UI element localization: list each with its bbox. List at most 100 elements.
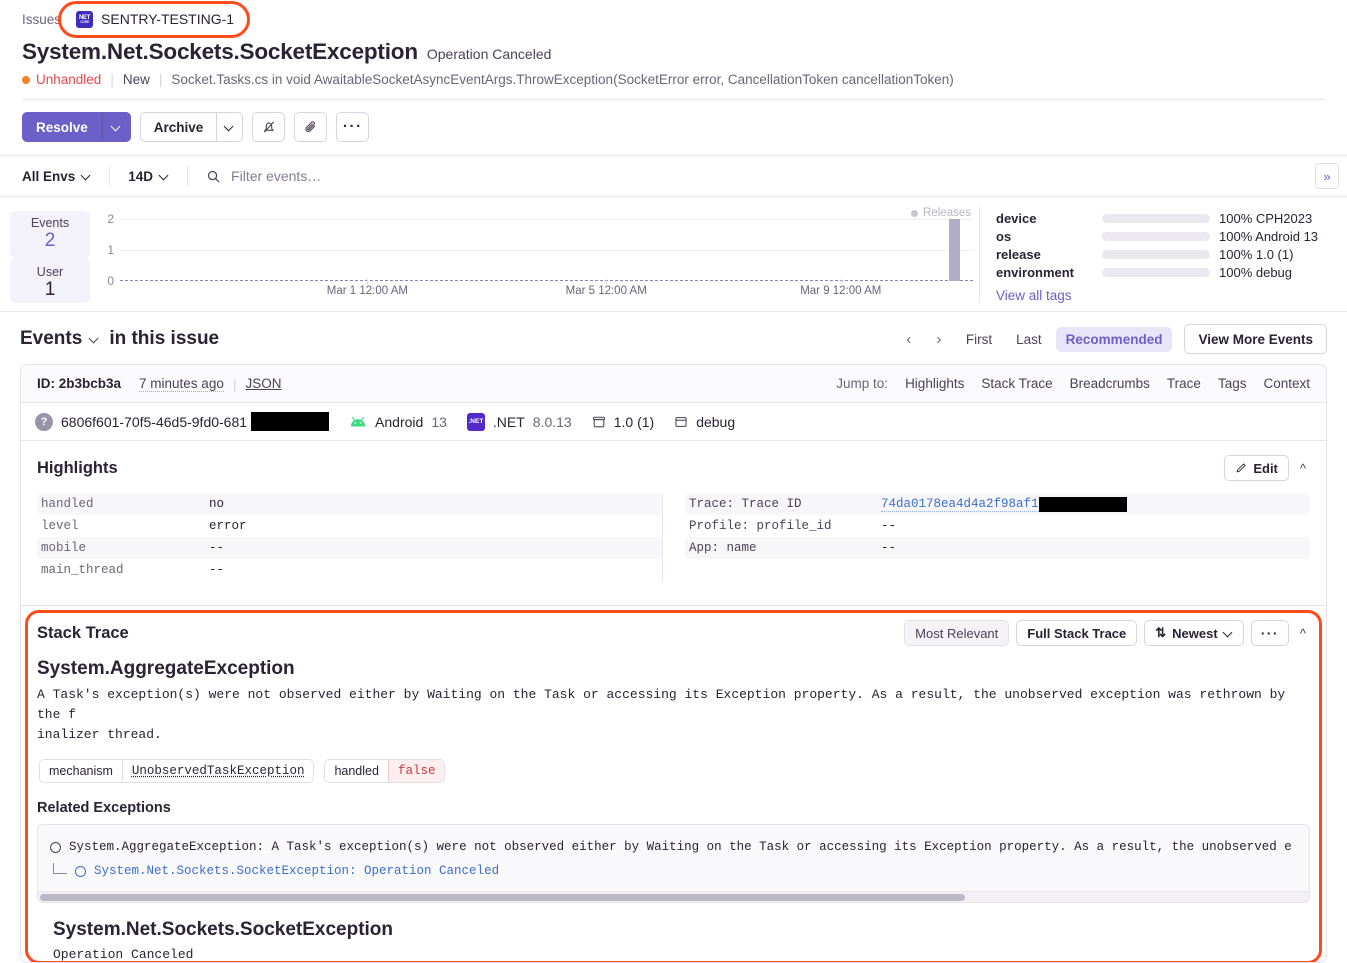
edit-highlights-label: Edit bbox=[1253, 460, 1278, 476]
related-exception-child[interactable]: System.Net.Sockets.SocketException: Oper… bbox=[38, 859, 1309, 883]
sidebar-expand-button[interactable]: » bbox=[1315, 163, 1339, 189]
breadcrumb-project[interactable]: NET CORE SENTRY-TESTING-1 bbox=[58, 0, 251, 38]
unhandled-dot-icon bbox=[22, 75, 30, 84]
attachment-button[interactable] bbox=[294, 112, 328, 142]
tag-distribution-row[interactable]: os 100% Android 13 bbox=[996, 227, 1329, 245]
view-more-events-button[interactable]: View More Events bbox=[1184, 324, 1327, 354]
tag-distribution-row[interactable]: environment 100% debug bbox=[996, 263, 1329, 281]
chart-y-axis: 0 1 2 bbox=[96, 213, 116, 287]
jump-link-stack-trace[interactable]: Stack Trace bbox=[981, 376, 1052, 391]
highlight-row: main_thread -- bbox=[37, 559, 662, 581]
event-tag-runtime[interactable]: .NET .NET 8.0.13 bbox=[466, 412, 572, 431]
chart-x-tick: Mar 9 12:00 AM bbox=[800, 285, 882, 297]
highlight-row: Profile: profile_id -- bbox=[685, 515, 1310, 537]
meta-divider: | bbox=[110, 72, 114, 87]
events-count-label: Events bbox=[30, 216, 70, 230]
chart-baseline bbox=[120, 280, 973, 281]
events-chart[interactable]: Releases 0 1 2 Mar 1 12:00 AM Mar 5 12:00 A… bbox=[96, 207, 979, 299]
jump-to-nav: Jump to: Highlights Stack Trace Breadcru… bbox=[836, 376, 1310, 391]
issue-summary: Events 2 User 1 Releases 0 1 2 Mar 1 12:00… bbox=[0, 197, 1347, 312]
stack-trace-header: Stack Trace Most Relevant Full Stack Tra… bbox=[37, 620, 1310, 646]
sort-button[interactable]: ⇅ Newest bbox=[1144, 620, 1244, 646]
time-period-selector[interactable]: 14D bbox=[128, 169, 187, 184]
next-event-button[interactable]: › bbox=[926, 326, 952, 352]
highlight-value: no bbox=[209, 497, 225, 511]
prev-event-button[interactable]: ‹ bbox=[896, 326, 922, 352]
question-circle-icon: ? bbox=[35, 412, 53, 431]
view-all-tags-link[interactable]: View all tags bbox=[996, 288, 1072, 303]
related-exception-root[interactable]: System.AggregateException: A Task's exce… bbox=[38, 835, 1309, 859]
chevron-up-icon-highlights[interactable]: ^ bbox=[1296, 461, 1310, 476]
chart-x-tick: Mar 5 12:00 AM bbox=[565, 285, 647, 297]
search-icon bbox=[207, 170, 220, 182]
stack-trace-title: Stack Trace bbox=[37, 623, 129, 642]
chevron-up-icon-stack[interactable]: ^ bbox=[1296, 626, 1310, 641]
mute-button[interactable] bbox=[252, 112, 286, 142]
event-id: ID: 2b3bcb3a bbox=[37, 376, 122, 391]
sort-icon: ⇅ bbox=[1155, 625, 1167, 640]
event-json-link[interactable]: JSON bbox=[245, 376, 281, 391]
mechanism-pill-value[interactable]: UnobservedTaskException bbox=[121, 760, 314, 783]
archive-dropdown-button[interactable] bbox=[216, 112, 244, 142]
event-card: ID: 2b3bcb3a 7 minutes ago | JSON Jump t… bbox=[20, 364, 1327, 963]
paperclip-icon bbox=[305, 121, 315, 132]
chevron-down-icon-env bbox=[82, 172, 91, 181]
tag-distribution-row[interactable]: device 100% CPH2023 bbox=[996, 209, 1329, 227]
event-tag-release[interactable]: 1.0 (1) bbox=[592, 414, 654, 430]
resolve-dropdown-button[interactable] bbox=[101, 112, 131, 142]
chevron-down-icon-events[interactable] bbox=[90, 335, 99, 344]
highlights-left-column: handled no level error mobile -- main_thread -- bbox=[37, 493, 662, 581]
users-count[interactable]: User 1 bbox=[10, 257, 90, 303]
chart-y-tick: 1 bbox=[107, 243, 114, 257]
breadcrumb-issues[interactable]: Issues bbox=[22, 12, 61, 27]
highlight-row: handled no bbox=[37, 493, 662, 515]
events-title[interactable]: Events bbox=[20, 328, 82, 350]
edit-highlights-button[interactable]: Edit bbox=[1224, 455, 1289, 481]
resolve-button[interactable]: Resolve bbox=[22, 112, 102, 142]
chart-gridline bbox=[120, 219, 973, 220]
full-stack-trace-button[interactable]: Full Stack Trace bbox=[1016, 620, 1138, 646]
chart-legend[interactable]: Releases bbox=[911, 207, 971, 219]
event-tag-environment[interactable]: debug bbox=[674, 414, 735, 430]
jump-link-highlights[interactable]: Highlights bbox=[905, 376, 964, 391]
scrollbar-thumb[interactable] bbox=[40, 893, 965, 901]
events-count[interactable]: Events 2 bbox=[10, 211, 90, 258]
tag-name: release bbox=[996, 246, 1041, 262]
status-badge-label: Unhandled bbox=[36, 72, 102, 87]
highlight-key: mobile bbox=[41, 541, 87, 555]
highlights-right-column: Trace: Trace ID 74da0178ea4d4a2f98af1 Prof… bbox=[662, 493, 1310, 581]
chart-bar[interactable] bbox=[949, 219, 961, 281]
most-relevant-button[interactable]: Most Relevant bbox=[904, 620, 1010, 646]
horizontal-scrollbar[interactable] bbox=[38, 891, 1309, 903]
tag-distribution-row[interactable]: release 100% 1.0 (1) bbox=[996, 245, 1329, 263]
event-timestamp[interactable]: 7 minutes ago bbox=[139, 376, 224, 392]
issue-state: New bbox=[122, 72, 150, 87]
jump-link-context[interactable]: Context bbox=[1263, 376, 1310, 391]
filter-divider-2 bbox=[187, 166, 189, 186]
jump-link-tags[interactable]: Tags bbox=[1218, 376, 1247, 391]
users-count-label: User bbox=[36, 264, 64, 279]
recommended-event-button[interactable]: Recommended bbox=[1055, 326, 1173, 352]
highlight-value: -- bbox=[881, 541, 897, 555]
archive-button[interactable]: Archive bbox=[139, 112, 217, 142]
issue-title-row: System.Net.Sockets.SocketException Opera… bbox=[22, 39, 1325, 65]
environment-selector[interactable]: All Envs bbox=[22, 169, 109, 184]
chart-y-tick: 2 bbox=[107, 212, 114, 226]
jump-link-trace[interactable]: Trace bbox=[1167, 376, 1201, 391]
search-input[interactable]: Filter events… bbox=[206, 168, 1315, 184]
breadcrumb-project-label: SENTRY-TESTING-1 bbox=[101, 11, 235, 27]
last-event-button[interactable]: Last bbox=[1006, 327, 1052, 352]
event-tag-os[interactable]: Android 13 bbox=[349, 414, 447, 430]
redaction-block bbox=[251, 412, 330, 431]
highlight-value-link[interactable]: 74da0178ea4d4a2f98af1 bbox=[881, 497, 1039, 512]
event-tag-device-id[interactable]: ? 6806f601-70f5-46d5-9fd0-681 bbox=[35, 412, 330, 431]
more-actions-button[interactable]: ··· bbox=[336, 112, 370, 142]
event-tag-os-version: 13 bbox=[431, 413, 447, 430]
tag-distribution-panel: device 100% CPH2023 os 100% Android 13 relea… bbox=[979, 207, 1329, 303]
first-event-button[interactable]: First bbox=[956, 327, 1002, 352]
tag-bar bbox=[1102, 213, 1210, 223]
time-period-label: 14D bbox=[128, 168, 154, 184]
chevron-down-icon-period bbox=[160, 172, 169, 181]
stack-trace-more-button[interactable]: ··· bbox=[1250, 620, 1289, 646]
jump-link-breadcrumbs[interactable]: Breadcrumbs bbox=[1070, 376, 1150, 391]
